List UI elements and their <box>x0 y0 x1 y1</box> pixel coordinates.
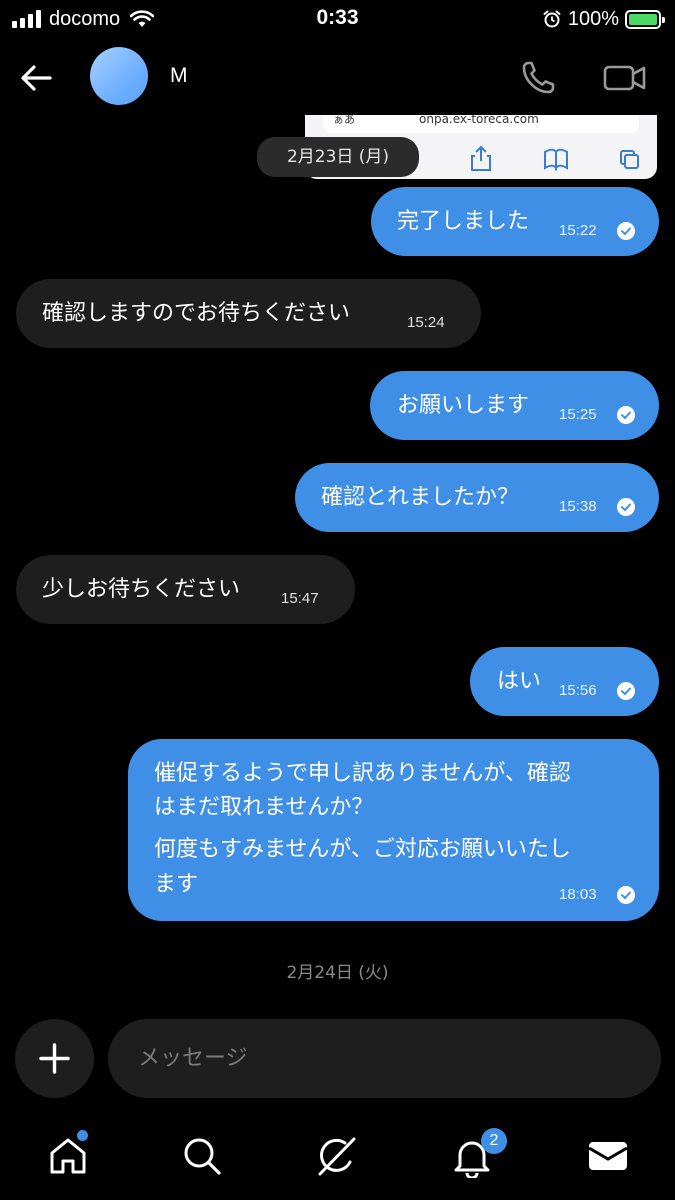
bottom-tab-bar: 2 <box>0 1120 675 1200</box>
slash-circle-icon[interactable] <box>315 1134 359 1178</box>
read-check-icon <box>617 406 635 424</box>
embedded-aa-label: ぁあ <box>333 115 355 126</box>
message-time: 15:56 <box>559 682 597 699</box>
message-bubble-outgoing[interactable]: はい 15:56 <box>470 647 659 716</box>
plus-icon <box>39 1043 70 1074</box>
read-check-icon <box>617 498 635 516</box>
message-text-line: ます <box>154 872 199 897</box>
date-separator: 2月23日 (月) <box>257 137 419 177</box>
message-text: はい <box>497 669 542 694</box>
contact-name[interactable]: M <box>170 64 188 88</box>
battery-percentage: 100% <box>567 7 619 30</box>
back-arrow-icon[interactable] <box>16 58 56 98</box>
search-icon[interactable] <box>180 1134 224 1178</box>
book-icon <box>544 148 568 172</box>
message-bubble-outgoing[interactable]: 催促するようで申し訳ありませんが、確認 はまだ取れませんか？ 何度もすみませんが… <box>128 739 659 921</box>
add-attachment-button[interactable] <box>15 1019 94 1098</box>
envelope-icon[interactable] <box>586 1134 630 1178</box>
tabs-icon <box>620 150 639 169</box>
message-text-line: 何度もすみませんが、ご対応お願いいたし <box>154 837 571 862</box>
message-bubble-incoming[interactable]: 確認しますのでお待ちください 15:24 <box>16 279 481 348</box>
read-check-icon <box>617 222 635 240</box>
message-time: 15:47 <box>281 590 319 607</box>
message-text: お願いします <box>397 393 530 418</box>
status-right: 100% <box>542 6 665 32</box>
message-text: 完了しました <box>397 209 530 234</box>
read-check-icon <box>617 886 635 904</box>
message-text-line: はまだ取れませんか？ <box>154 795 374 820</box>
message-time: 18:03 <box>559 886 597 903</box>
message-time: 15:22 <box>559 222 597 239</box>
message-time: 15:25 <box>559 406 597 423</box>
avatar[interactable] <box>90 47 148 105</box>
message-time: 15:24 <box>407 314 445 331</box>
read-check-icon <box>617 682 635 700</box>
home-unread-dot <box>77 1130 88 1141</box>
message-text: 確認とれましたか？ <box>321 485 520 510</box>
message-bubble-outgoing[interactable]: 確認とれましたか？ 15:38 <box>295 463 659 532</box>
embedded-url-bar: ぁあ onpa.ex-toreca.com <box>323 115 639 133</box>
message-text: 少しお待ちください <box>42 577 241 602</box>
message-text: 確認しますのでお待ちください <box>42 301 351 326</box>
message-input[interactable] <box>108 1019 661 1098</box>
phone-icon[interactable] <box>518 58 558 98</box>
message-bubble-outgoing[interactable]: お願いします 15:25 <box>370 371 659 440</box>
status-bar: docomo 0:33 100% <box>0 0 675 40</box>
share-icon <box>471 145 491 171</box>
message-bubble-outgoing[interactable]: 完了しました 15:22 <box>371 187 659 256</box>
date-separator: 2月24日 (火) <box>286 963 389 983</box>
chat-header: M <box>0 40 675 115</box>
embedded-url-text: onpa.ex-toreca.com <box>419 115 539 126</box>
video-camera-icon[interactable] <box>602 58 648 98</box>
message-bubble-incoming[interactable]: 少しお待ちください 15:47 <box>16 555 355 624</box>
notification-badge: 2 <box>481 1128 507 1154</box>
message-text-line: 催促するようで申し訳ありませんが、確認 <box>154 761 571 786</box>
alarm-icon <box>543 10 561 28</box>
message-time: 15:38 <box>559 498 597 515</box>
battery-icon <box>625 9 665 29</box>
